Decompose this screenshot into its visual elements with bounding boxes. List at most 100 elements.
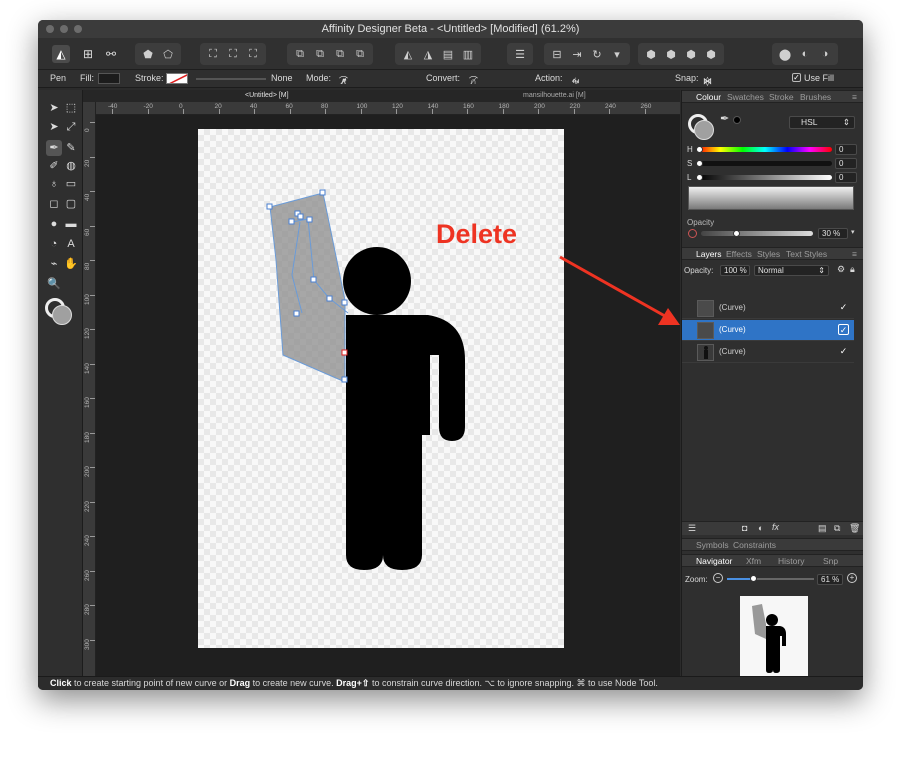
adjustment-icon[interactable]: ◐ [758, 523, 763, 533]
layer-row[interactable]: (Curve) ✓ [682, 298, 854, 319]
eyedropper-icon[interactable]: ✒ [720, 112, 729, 125]
chevron-down-icon[interactable]: ▾ [851, 228, 855, 236]
layers-icon[interactable]: ☰ [688, 523, 696, 534]
toolbar-button[interactable]: ⧉ [311, 46, 329, 62]
toolbar-button[interactable]: ◮ [419, 46, 437, 62]
toolbar-button[interactable]: ◑ [816, 46, 834, 62]
toolbar-button[interactable]: ⬤ [776, 46, 794, 62]
rectangle-tool-icon[interactable]: ◻ [46, 196, 62, 212]
tab-untitled[interactable]: <Untitled> [M] [245, 92, 289, 99]
zoom-out-icon[interactable]: − [713, 573, 723, 583]
tab-stroke[interactable]: Stroke [769, 92, 794, 102]
brush-tool-icon[interactable]: ✐ [46, 158, 62, 174]
tab-mansilhouette[interactable]: mansilhouette.ai [M] [523, 92, 586, 99]
vector-crop-icon[interactable]: ⌁ [46, 256, 62, 272]
tab-history[interactable]: History [778, 556, 804, 566]
zoom-knob[interactable] [750, 575, 758, 582]
artboard-tool-icon[interactable]: ⬚ [63, 100, 79, 116]
hue-slider[interactable] [698, 147, 832, 152]
toolbar-button[interactable]: ▥ [459, 46, 477, 62]
toolbar-button[interactable]: ⛶ [244, 46, 262, 62]
action-icon[interactable]: ↤ [568, 75, 583, 88]
saturation-knob[interactable] [696, 160, 703, 167]
lock-icon[interactable]: 🔒︎ [850, 264, 855, 275]
tab-navigator[interactable]: Navigator [696, 556, 732, 566]
stroke-fill-selector[interactable] [688, 114, 714, 140]
layer-row-selected[interactable]: (Curve) ✓ [682, 320, 854, 341]
trash-icon[interactable]: 🗑︎ [849, 523, 860, 534]
move-tool-icon[interactable]: ➤ [46, 100, 62, 116]
close-window-button[interactable] [46, 25, 54, 33]
tab-constraints[interactable]: Constraints [733, 540, 776, 550]
pencil-tool-icon[interactable]: ✎ [63, 140, 79, 156]
colour-opacity-value[interactable]: 30 % [818, 228, 848, 239]
toolbar-button[interactable]: ⬢ [682, 46, 700, 62]
tab-text-styles[interactable]: Text Styles [786, 249, 827, 259]
tab-layers[interactable]: Layers [696, 249, 722, 259]
export-nodes-icon[interactable]: ⚯ [102, 45, 120, 63]
toolbar-button[interactable]: ⬢ [642, 46, 660, 62]
tab-transform[interactable]: Xfm [746, 556, 761, 566]
toolbar-button[interactable]: ◭ [399, 46, 417, 62]
tab-styles[interactable]: Styles [757, 249, 780, 259]
layer-opacity-value[interactable]: 100 % [720, 265, 750, 276]
mode-icon[interactable]: ↗ [336, 75, 351, 88]
corner-tool-icon[interactable]: ⤢ [63, 119, 79, 135]
toolbar-button[interactable]: ▾ [608, 46, 626, 62]
toolbar-button[interactable]: ☰ [511, 46, 529, 62]
fill-well[interactable] [52, 305, 72, 325]
opacity-slider[interactable] [701, 231, 813, 236]
pen-tool-icon[interactable]: ✒ [46, 140, 62, 156]
toolbar-button[interactable]: ◐ [796, 46, 814, 62]
toolbar-button[interactable]: ⧉ [291, 46, 309, 62]
blend-mode-select[interactable]: Normal ⇕ [754, 265, 829, 276]
s-value[interactable]: 0 [835, 158, 857, 169]
man-silhouette[interactable] [343, 247, 465, 570]
toolbar-button[interactable]: ⧉ [351, 46, 369, 62]
toolbar-button[interactable]: ⛶ [224, 46, 242, 62]
convert-icon[interactable]: ∩ [466, 75, 481, 88]
duplicate-icon[interactable]: ⧉ [834, 523, 840, 534]
pie-tool-icon[interactable]: ◔ [46, 236, 62, 252]
hand-tool-icon[interactable]: ✋ [63, 256, 79, 272]
layer-visibility-checkbox[interactable]: ✓ [838, 302, 849, 313]
toolbar-button[interactable]: ⬠ [159, 46, 177, 62]
toolbar-button[interactable]: ⛶ [204, 46, 222, 62]
canvas[interactable]: Delete [96, 115, 680, 678]
toolbar-button[interactable]: ⬟ [139, 46, 157, 62]
zoom-tool-icon[interactable]: 🔍 [46, 276, 62, 292]
tab-swatches[interactable]: Swatches [727, 92, 764, 102]
affinity-logo-icon[interactable]: ◭ [52, 45, 70, 63]
fx-icon[interactable]: fx [772, 522, 779, 532]
l-value[interactable]: 0 [835, 172, 857, 183]
lightness-slider[interactable] [698, 175, 832, 180]
fill-well[interactable] [694, 120, 714, 140]
zoom-in-icon[interactable]: + [847, 573, 857, 583]
hue-knob[interactable] [696, 146, 703, 153]
tab-effects[interactable]: Effects [726, 249, 752, 259]
ellipse-tool-icon[interactable]: ● [46, 216, 62, 232]
colour-gradient-box[interactable] [688, 186, 854, 210]
text-tool-icon[interactable]: A [63, 236, 79, 252]
vertical-ruler[interactable]: 0 20 40 60 80 100 120 140 160 180 200 220 240 260 280 3… [83, 102, 96, 678]
layer-visibility-checkbox[interactable]: ✓ [838, 346, 849, 357]
rounded-rect-tool-icon[interactable]: ▢ [63, 196, 79, 212]
snap-icon[interactable]: ⋉ [700, 75, 715, 88]
use-fill-checkbox[interactable]: ✓ [792, 73, 801, 82]
toolbar-button[interactable]: ⇥ [568, 46, 586, 62]
toolbar-button[interactable]: ⧉ [331, 46, 349, 62]
panel-menu-icon[interactable]: ≡ [852, 92, 857, 102]
node-tool-icon[interactable]: ➤ [46, 119, 62, 135]
add-layer-icon[interactable]: ▤ [818, 523, 827, 534]
fill-swatch[interactable] [98, 73, 120, 84]
selected-node[interactable] [341, 349, 348, 356]
stroke-width-slider[interactable] [196, 78, 266, 80]
layer-visibility-checkbox[interactable]: ✓ [838, 324, 849, 335]
tab-symbols[interactable]: Symbols [696, 540, 729, 550]
toolbar-button[interactable]: ▤ [439, 46, 457, 62]
shape-tool-icon[interactable]: ▬ [63, 216, 79, 232]
zoom-value[interactable]: 61 % [817, 574, 843, 585]
stroke-swatch[interactable] [166, 73, 188, 84]
transparency-tool-icon[interactable]: ♁ [46, 176, 62, 192]
layer-settings-icon[interactable]: ⚙ [837, 264, 845, 275]
